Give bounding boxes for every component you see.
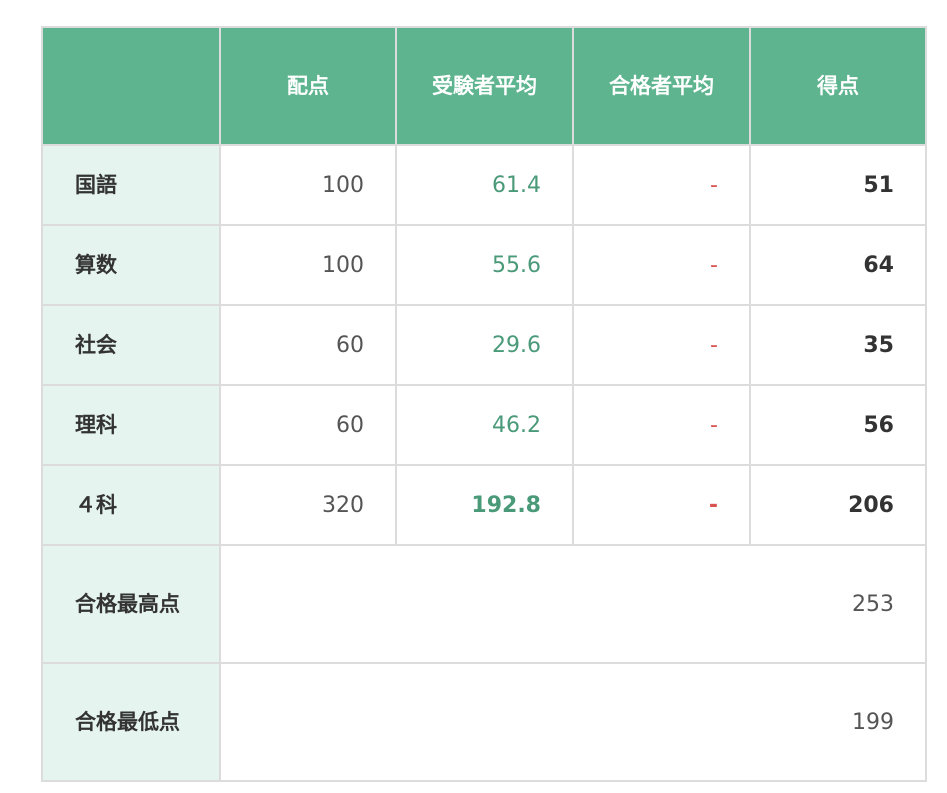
subject-label: ４科 [41,464,221,546]
score-table: 配点 受験者平均 合格者平均 得点 国語 100 61.4 - 51 算数 10… [41,26,927,782]
subject-label: 国語 [41,144,221,226]
score-cell: 206 [749,464,927,546]
header-row: 配点 受験者平均 合格者平均 得点 [41,26,927,146]
header-haiten: 配点 [219,26,397,146]
table-row: 国語 100 61.4 - 51 [41,144,927,226]
table-row: 算数 100 55.6 - 64 [41,224,927,306]
subject-label: 社会 [41,304,221,386]
examinee-average-cell: 29.6 [395,304,574,386]
examinee-average-cell: 61.4 [395,144,574,226]
score-cell: 56 [749,384,927,466]
haiten-cell: 100 [219,224,397,306]
table-row-total: ４科 320 192.8 - 206 [41,464,927,546]
table-row: 理科 60 46.2 - 56 [41,384,927,466]
header-passer-average: 合格者平均 [572,26,751,146]
score-cell: 35 [749,304,927,386]
passer-average-cell: - [572,384,751,466]
score-cell: 51 [749,144,927,226]
subject-label: 理科 [41,384,221,466]
passer-average-cell: - [572,224,751,306]
passer-average-cell: - [572,144,751,226]
min-pass-label: 合格最低点 [41,662,221,782]
header-blank [41,26,221,146]
subject-label: 算数 [41,224,221,306]
header-score: 得点 [749,26,927,146]
max-pass-row: 合格最高点 253 [41,544,927,664]
score-cell: 64 [749,224,927,306]
table-row: 社会 60 29.6 - 35 [41,304,927,386]
haiten-cell: 60 [219,304,397,386]
examinee-average-cell: 46.2 [395,384,574,466]
header-examinee-average: 受験者平均 [395,26,574,146]
haiten-cell: 100 [219,144,397,226]
examinee-average-cell: 192.8 [395,464,574,546]
passer-average-cell: - [572,464,751,546]
min-pass-row: 合格最低点 199 [41,662,927,782]
max-pass-value: 253 [219,544,927,664]
passer-average-cell: - [572,304,751,386]
haiten-cell: 60 [219,384,397,466]
haiten-cell: 320 [219,464,397,546]
min-pass-value: 199 [219,662,927,782]
max-pass-label: 合格最高点 [41,544,221,664]
examinee-average-cell: 55.6 [395,224,574,306]
